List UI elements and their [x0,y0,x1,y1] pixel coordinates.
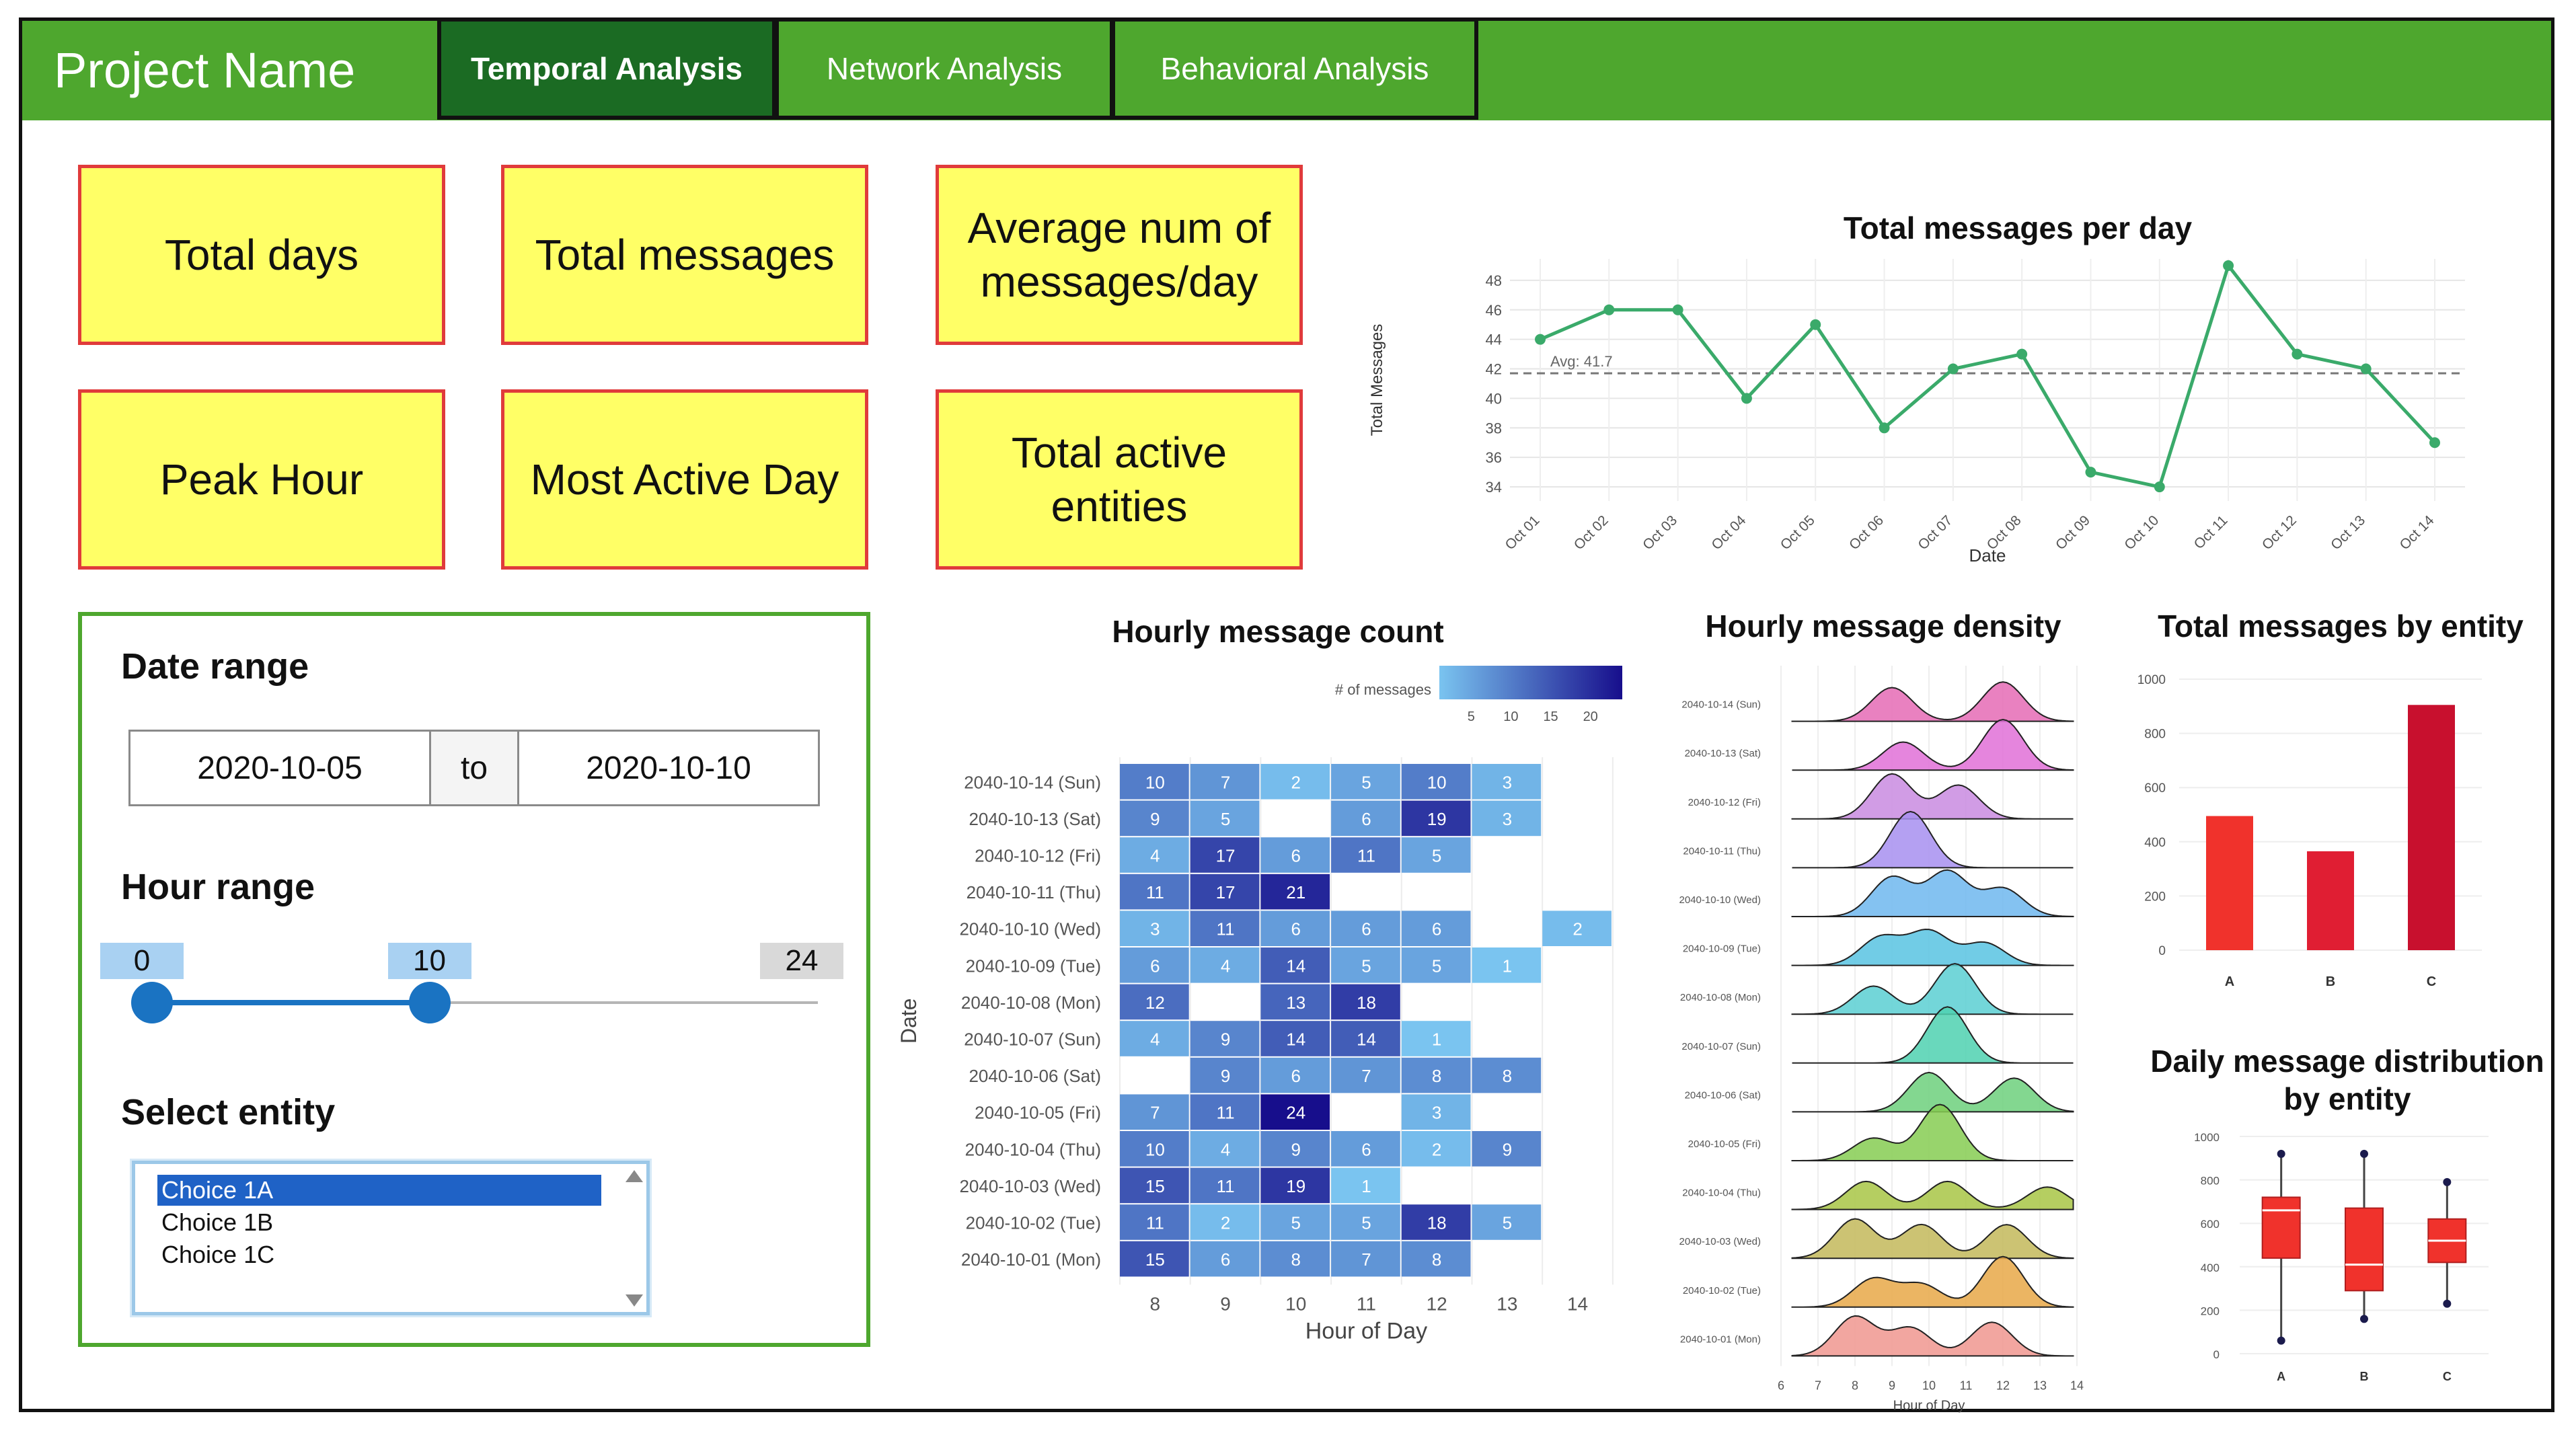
date-to-label: to [429,730,519,806]
hour-min-label: 0 [100,943,184,979]
density-title: Hourly message density [1705,609,2061,644]
tab-temporal-analysis[interactable]: Temporal Analysis [437,17,776,120]
hour-slider-low-handle[interactable] [408,982,451,1023]
entity-option-1b[interactable]: Choice 1B [157,1207,273,1238]
hour-slider-fill [152,1000,430,1005]
entity-bar-title: Total messages by entity [2158,609,2524,644]
listbox-scroll-up-icon[interactable] [626,1170,643,1182]
kpi-most-active-day: Most Active Day [501,389,868,570]
entity-option-1a[interactable]: Choice 1A [157,1175,601,1206]
line-chart-title: Total messages per day [1843,210,2193,245]
date-range-label: Date range [121,646,309,687]
kpi-average-messages-per-day: Average num of messages/day [936,165,1303,345]
kpi-peak-hour: Peak Hour [78,389,445,570]
date-start-input[interactable]: 2020-10-05 [128,730,431,806]
select-entity-label: Select entity [121,1092,336,1132]
listbox-scroll-down-icon[interactable] [626,1294,643,1307]
entity-option-1c[interactable]: Choice 1C [157,1239,274,1270]
kpi-total-active-entities: Total active entities [936,389,1303,570]
tab-behavioral-analysis[interactable]: Behavioral Analysis [1111,17,1478,120]
hour-max-label: 24 [760,943,843,979]
heatmap-title: Hourly message count [1112,614,1444,649]
hour-slider-min-handle[interactable] [131,982,173,1023]
hour-range-label: Hour range [121,867,315,907]
boxplot-title: Daily message distribution by entity [2150,1044,2544,1116]
app-title: Project Name [54,42,356,98]
kpi-total-days: Total days [78,165,445,345]
date-end-input[interactable]: 2020-10-10 [517,730,820,806]
kpi-total-messages: Total messages [501,165,868,345]
tab-network-analysis[interactable]: Network Analysis [775,17,1114,120]
hour-low-value: 10 [387,943,471,979]
